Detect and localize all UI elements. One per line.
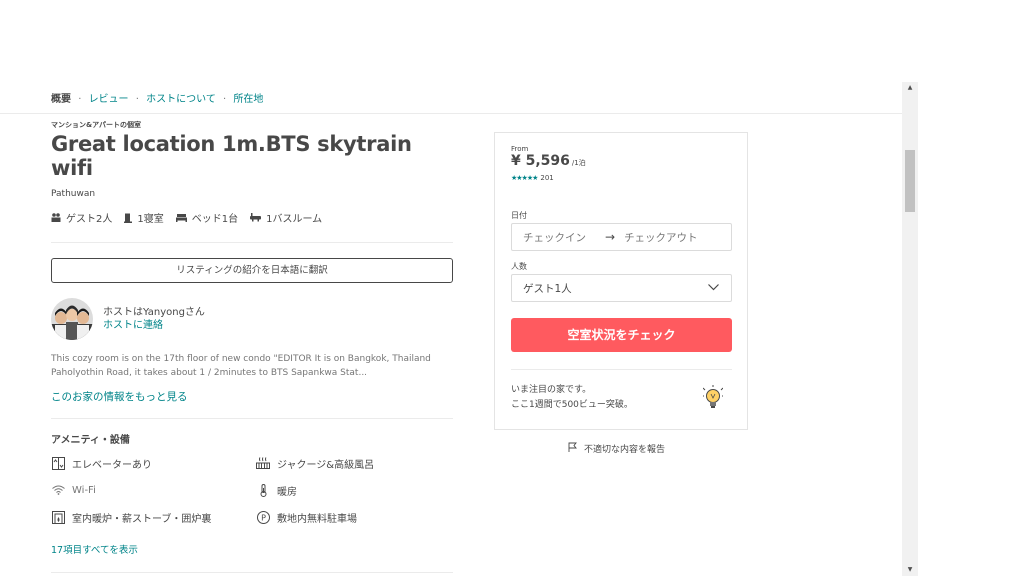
nav-host[interactable]: ホストについて bbox=[146, 94, 216, 105]
nav-separator: · bbox=[135, 94, 139, 105]
nav-location[interactable]: 所在地 bbox=[233, 94, 263, 105]
listing-specs: ゲスト2人 1寝室 ベッド1台 1バスルーム bbox=[51, 210, 453, 225]
bathtub-icon bbox=[250, 213, 262, 222]
room-type: マンション&アパートの個室 bbox=[51, 121, 141, 129]
guests-icon bbox=[51, 213, 61, 222]
listing-location: Pathuwan bbox=[51, 189, 96, 199]
scroll-thumb[interactable] bbox=[905, 150, 915, 212]
star-rating-icon: ★★★★★ bbox=[511, 174, 538, 182]
spec-bedrooms: 1寝室 bbox=[124, 210, 164, 225]
read-more-link[interactable]: このお家の情報をもっと見る bbox=[51, 389, 453, 404]
nav-reviews[interactable]: レビュー bbox=[89, 94, 129, 105]
spec-guests-label: ゲスト2人 bbox=[66, 214, 113, 225]
translate-button[interactable]: リスティングの紹介を日本語に翻訳 bbox=[51, 258, 453, 283]
host-section: ホストはYanyongさん ホストに連絡 bbox=[51, 298, 453, 340]
amenity-fireplace: 室内暖炉・薪ストーブ・囲炉裏 bbox=[51, 510, 256, 525]
popularity-line-2: ここ1週間で500ビュー突破。 bbox=[511, 400, 633, 410]
amenities-grid: エレベーターあり ジャクージ&高級風呂 Wi-Fi 暖房 室内暖炉・薪ストーブ・… bbox=[51, 456, 453, 525]
host-avatar[interactable] bbox=[51, 298, 93, 340]
listing-title: Great location 1m.BTS skytrain wifi bbox=[51, 132, 412, 180]
divider bbox=[51, 572, 453, 573]
price-from-label: From bbox=[511, 145, 529, 153]
arrow-right-icon: → bbox=[605, 230, 616, 244]
report-label: 不適切な内容を報告 bbox=[584, 445, 666, 455]
nav-separator: · bbox=[223, 94, 227, 105]
amenity-label: 室内暖炉・薪ストーブ・囲炉裏 bbox=[72, 513, 212, 525]
nightly-price: ¥ 5,596/1泊 bbox=[511, 153, 586, 169]
divider bbox=[51, 242, 453, 243]
spec-guests: ゲスト2人 bbox=[51, 210, 112, 225]
flag-icon bbox=[568, 442, 578, 455]
listing-details: マンション&アパートの個室 Great location 1m.BTS skyt… bbox=[51, 120, 453, 573]
amenity-label: Wi-Fi bbox=[72, 484, 96, 496]
date-range-picker[interactable]: チェックイン → チェックアウト bbox=[511, 223, 732, 251]
wifi-icon bbox=[51, 483, 65, 497]
amenity-elevator: エレベーターあり bbox=[51, 456, 256, 471]
door-icon bbox=[124, 213, 133, 223]
popularity-line-1: いま注目の家です。 bbox=[511, 385, 592, 395]
guests-value: ゲスト1人 bbox=[523, 282, 572, 295]
spec-baths-label: 1バスルーム bbox=[266, 214, 323, 225]
page-frame: 概要 · レビュー · ホストについて · 所在地 マンション&アパートの個室 … bbox=[0, 82, 916, 576]
bed-icon bbox=[175, 213, 187, 222]
report-listing-link[interactable]: 不適切な内容を報告 bbox=[568, 442, 665, 455]
jacuzzi-icon bbox=[256, 456, 270, 470]
host-name: ホストはYanyongさん bbox=[103, 307, 205, 318]
contact-host-link[interactable]: ホストに連絡 bbox=[103, 319, 205, 332]
guests-select[interactable]: ゲスト1人 bbox=[511, 274, 732, 302]
vertical-scrollbar[interactable]: ▲ ▼ bbox=[902, 82, 918, 576]
amenity-label: 暖房 bbox=[277, 486, 297, 498]
popularity-notice: いま注目の家です。 ここ1週間で500ビュー突破。 bbox=[511, 383, 633, 413]
divider bbox=[51, 418, 453, 419]
amenity-label: 敷地内無料駐車場 bbox=[277, 513, 357, 525]
nav-separator: · bbox=[78, 94, 82, 105]
booking-widget: From ¥ 5,596/1泊 ★★★★★ 201 日付 チェックイン → チェ… bbox=[494, 132, 748, 430]
spec-bedrooms-label: 1寝室 bbox=[137, 214, 164, 225]
divider bbox=[511, 369, 732, 370]
elevator-icon bbox=[51, 456, 65, 470]
amenities-title: アメニティ・設備 bbox=[51, 435, 130, 446]
parking-icon: P bbox=[256, 510, 270, 524]
section-nav: 概要 · レビュー · ホストについて · 所在地 bbox=[0, 82, 906, 114]
lightbulb-icon bbox=[702, 385, 724, 413]
nav-overview[interactable]: 概要 bbox=[51, 94, 71, 105]
amenity-label: エレベーターあり bbox=[72, 459, 152, 471]
show-all-amenities-link[interactable]: 17項目すべてを表示 bbox=[51, 542, 453, 556]
checkin-input[interactable]: チェックイン bbox=[523, 230, 586, 245]
review-count: 201 bbox=[540, 174, 554, 182]
rating[interactable]: ★★★★★ 201 bbox=[511, 174, 554, 182]
spec-beds: ベッド1台 bbox=[175, 210, 239, 225]
guests-label: 人数 bbox=[511, 262, 527, 271]
amenity-heating: 暖房 bbox=[256, 483, 453, 498]
amenity-label: ジャクージ&高級風呂 bbox=[277, 459, 375, 471]
listing-description: This cozy room is on the 17th floor of n… bbox=[51, 354, 431, 378]
price-value: ¥ 5,596 bbox=[511, 153, 570, 169]
per-night-label: /1泊 bbox=[571, 159, 586, 167]
thermometer-icon bbox=[256, 483, 270, 497]
amenity-wifi: Wi-Fi bbox=[51, 483, 256, 497]
amenity-parking: P 敷地内無料駐車場 bbox=[256, 510, 453, 525]
scroll-up-arrow-icon[interactable]: ▲ bbox=[902, 82, 918, 94]
spec-beds-label: ベッド1台 bbox=[191, 214, 239, 225]
amenity-jacuzzi: ジャクージ&高級風呂 bbox=[256, 456, 453, 471]
svg-text:P: P bbox=[261, 513, 266, 522]
dates-label: 日付 bbox=[511, 211, 527, 220]
check-availability-button[interactable]: 空室状況をチェック bbox=[511, 318, 732, 352]
fireplace-icon bbox=[51, 510, 65, 524]
chevron-down-icon bbox=[708, 282, 719, 294]
spec-baths: 1バスルーム bbox=[250, 210, 322, 225]
checkout-input[interactable]: チェックアウト bbox=[624, 230, 698, 245]
scroll-down-arrow-icon[interactable]: ▼ bbox=[902, 564, 918, 576]
